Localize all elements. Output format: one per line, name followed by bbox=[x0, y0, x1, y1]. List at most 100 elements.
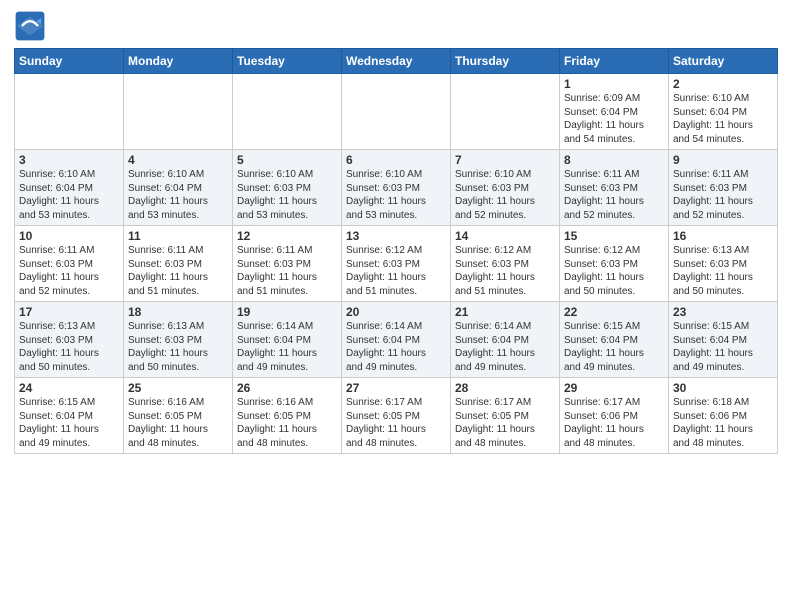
weekday-header-saturday: Saturday bbox=[669, 49, 778, 74]
day-number: 18 bbox=[128, 305, 228, 319]
empty-cell bbox=[451, 74, 560, 150]
weekday-header-thursday: Thursday bbox=[451, 49, 560, 74]
day-info: Sunrise: 6:09 AM Sunset: 6:04 PM Dayligh… bbox=[564, 92, 664, 146]
day-cell-16: 16Sunrise: 6:13 AM Sunset: 6:03 PM Dayli… bbox=[669, 226, 778, 302]
day-info: Sunrise: 6:16 AM Sunset: 6:05 PM Dayligh… bbox=[237, 396, 337, 450]
day-info: Sunrise: 6:10 AM Sunset: 6:04 PM Dayligh… bbox=[19, 168, 119, 222]
day-number: 4 bbox=[128, 153, 228, 167]
page: SundayMondayTuesdayWednesdayThursdayFrid… bbox=[0, 0, 792, 464]
day-number: 2 bbox=[673, 77, 773, 91]
empty-cell bbox=[342, 74, 451, 150]
day-number: 30 bbox=[673, 381, 773, 395]
day-number: 1 bbox=[564, 77, 664, 91]
weekday-header-friday: Friday bbox=[560, 49, 669, 74]
day-info: Sunrise: 6:12 AM Sunset: 6:03 PM Dayligh… bbox=[455, 244, 555, 298]
day-info: Sunrise: 6:10 AM Sunset: 6:03 PM Dayligh… bbox=[237, 168, 337, 222]
day-info: Sunrise: 6:17 AM Sunset: 6:05 PM Dayligh… bbox=[346, 396, 446, 450]
day-cell-10: 10Sunrise: 6:11 AM Sunset: 6:03 PM Dayli… bbox=[15, 226, 124, 302]
day-info: Sunrise: 6:15 AM Sunset: 6:04 PM Dayligh… bbox=[19, 396, 119, 450]
day-cell-28: 28Sunrise: 6:17 AM Sunset: 6:05 PM Dayli… bbox=[451, 378, 560, 454]
day-info: Sunrise: 6:12 AM Sunset: 6:03 PM Dayligh… bbox=[564, 244, 664, 298]
day-number: 5 bbox=[237, 153, 337, 167]
day-cell-19: 19Sunrise: 6:14 AM Sunset: 6:04 PM Dayli… bbox=[233, 302, 342, 378]
day-info: Sunrise: 6:14 AM Sunset: 6:04 PM Dayligh… bbox=[346, 320, 446, 374]
day-cell-14: 14Sunrise: 6:12 AM Sunset: 6:03 PM Dayli… bbox=[451, 226, 560, 302]
logo bbox=[14, 10, 50, 42]
day-cell-17: 17Sunrise: 6:13 AM Sunset: 6:03 PM Dayli… bbox=[15, 302, 124, 378]
day-cell-8: 8Sunrise: 6:11 AM Sunset: 6:03 PM Daylig… bbox=[560, 150, 669, 226]
day-number: 26 bbox=[237, 381, 337, 395]
day-number: 16 bbox=[673, 229, 773, 243]
day-info: Sunrise: 6:15 AM Sunset: 6:04 PM Dayligh… bbox=[564, 320, 664, 374]
day-number: 20 bbox=[346, 305, 446, 319]
day-info: Sunrise: 6:16 AM Sunset: 6:05 PM Dayligh… bbox=[128, 396, 228, 450]
day-cell-5: 5Sunrise: 6:10 AM Sunset: 6:03 PM Daylig… bbox=[233, 150, 342, 226]
day-number: 12 bbox=[237, 229, 337, 243]
day-number: 6 bbox=[346, 153, 446, 167]
day-info: Sunrise: 6:11 AM Sunset: 6:03 PM Dayligh… bbox=[128, 244, 228, 298]
day-info: Sunrise: 6:14 AM Sunset: 6:04 PM Dayligh… bbox=[455, 320, 555, 374]
logo-icon bbox=[14, 10, 46, 42]
day-number: 13 bbox=[346, 229, 446, 243]
day-number: 19 bbox=[237, 305, 337, 319]
calendar: SundayMondayTuesdayWednesdayThursdayFrid… bbox=[14, 48, 778, 454]
day-number: 3 bbox=[19, 153, 119, 167]
day-number: 27 bbox=[346, 381, 446, 395]
day-cell-24: 24Sunrise: 6:15 AM Sunset: 6:04 PM Dayli… bbox=[15, 378, 124, 454]
week-row-1: 1Sunrise: 6:09 AM Sunset: 6:04 PM Daylig… bbox=[15, 74, 778, 150]
day-info: Sunrise: 6:11 AM Sunset: 6:03 PM Dayligh… bbox=[673, 168, 773, 222]
day-cell-6: 6Sunrise: 6:10 AM Sunset: 6:03 PM Daylig… bbox=[342, 150, 451, 226]
day-cell-1: 1Sunrise: 6:09 AM Sunset: 6:04 PM Daylig… bbox=[560, 74, 669, 150]
weekday-header-monday: Monday bbox=[124, 49, 233, 74]
day-number: 15 bbox=[564, 229, 664, 243]
empty-cell bbox=[124, 74, 233, 150]
day-info: Sunrise: 6:15 AM Sunset: 6:04 PM Dayligh… bbox=[673, 320, 773, 374]
weekday-header-wednesday: Wednesday bbox=[342, 49, 451, 74]
day-cell-15: 15Sunrise: 6:12 AM Sunset: 6:03 PM Dayli… bbox=[560, 226, 669, 302]
day-number: 9 bbox=[673, 153, 773, 167]
day-number: 7 bbox=[455, 153, 555, 167]
day-number: 22 bbox=[564, 305, 664, 319]
day-number: 11 bbox=[128, 229, 228, 243]
day-number: 24 bbox=[19, 381, 119, 395]
day-cell-22: 22Sunrise: 6:15 AM Sunset: 6:04 PM Dayli… bbox=[560, 302, 669, 378]
day-cell-23: 23Sunrise: 6:15 AM Sunset: 6:04 PM Dayli… bbox=[669, 302, 778, 378]
day-cell-18: 18Sunrise: 6:13 AM Sunset: 6:03 PM Dayli… bbox=[124, 302, 233, 378]
day-info: Sunrise: 6:11 AM Sunset: 6:03 PM Dayligh… bbox=[19, 244, 119, 298]
day-cell-7: 7Sunrise: 6:10 AM Sunset: 6:03 PM Daylig… bbox=[451, 150, 560, 226]
day-cell-2: 2Sunrise: 6:10 AM Sunset: 6:04 PM Daylig… bbox=[669, 74, 778, 150]
day-cell-4: 4Sunrise: 6:10 AM Sunset: 6:04 PM Daylig… bbox=[124, 150, 233, 226]
day-number: 14 bbox=[455, 229, 555, 243]
day-number: 10 bbox=[19, 229, 119, 243]
day-number: 17 bbox=[19, 305, 119, 319]
day-number: 23 bbox=[673, 305, 773, 319]
day-number: 21 bbox=[455, 305, 555, 319]
day-cell-20: 20Sunrise: 6:14 AM Sunset: 6:04 PM Dayli… bbox=[342, 302, 451, 378]
empty-cell bbox=[15, 74, 124, 150]
day-info: Sunrise: 6:11 AM Sunset: 6:03 PM Dayligh… bbox=[237, 244, 337, 298]
day-info: Sunrise: 6:13 AM Sunset: 6:03 PM Dayligh… bbox=[673, 244, 773, 298]
week-row-5: 24Sunrise: 6:15 AM Sunset: 6:04 PM Dayli… bbox=[15, 378, 778, 454]
day-info: Sunrise: 6:10 AM Sunset: 6:04 PM Dayligh… bbox=[128, 168, 228, 222]
day-cell-30: 30Sunrise: 6:18 AM Sunset: 6:06 PM Dayli… bbox=[669, 378, 778, 454]
day-number: 29 bbox=[564, 381, 664, 395]
day-cell-29: 29Sunrise: 6:17 AM Sunset: 6:06 PM Dayli… bbox=[560, 378, 669, 454]
header bbox=[14, 10, 778, 42]
day-cell-3: 3Sunrise: 6:10 AM Sunset: 6:04 PM Daylig… bbox=[15, 150, 124, 226]
weekday-header-tuesday: Tuesday bbox=[233, 49, 342, 74]
day-number: 28 bbox=[455, 381, 555, 395]
day-info: Sunrise: 6:10 AM Sunset: 6:03 PM Dayligh… bbox=[346, 168, 446, 222]
day-cell-27: 27Sunrise: 6:17 AM Sunset: 6:05 PM Dayli… bbox=[342, 378, 451, 454]
day-info: Sunrise: 6:18 AM Sunset: 6:06 PM Dayligh… bbox=[673, 396, 773, 450]
day-info: Sunrise: 6:10 AM Sunset: 6:04 PM Dayligh… bbox=[673, 92, 773, 146]
day-cell-9: 9Sunrise: 6:11 AM Sunset: 6:03 PM Daylig… bbox=[669, 150, 778, 226]
empty-cell bbox=[233, 74, 342, 150]
day-cell-12: 12Sunrise: 6:11 AM Sunset: 6:03 PM Dayli… bbox=[233, 226, 342, 302]
day-info: Sunrise: 6:14 AM Sunset: 6:04 PM Dayligh… bbox=[237, 320, 337, 374]
day-info: Sunrise: 6:12 AM Sunset: 6:03 PM Dayligh… bbox=[346, 244, 446, 298]
day-info: Sunrise: 6:10 AM Sunset: 6:03 PM Dayligh… bbox=[455, 168, 555, 222]
week-row-4: 17Sunrise: 6:13 AM Sunset: 6:03 PM Dayli… bbox=[15, 302, 778, 378]
day-cell-13: 13Sunrise: 6:12 AM Sunset: 6:03 PM Dayli… bbox=[342, 226, 451, 302]
day-number: 25 bbox=[128, 381, 228, 395]
day-cell-11: 11Sunrise: 6:11 AM Sunset: 6:03 PM Dayli… bbox=[124, 226, 233, 302]
